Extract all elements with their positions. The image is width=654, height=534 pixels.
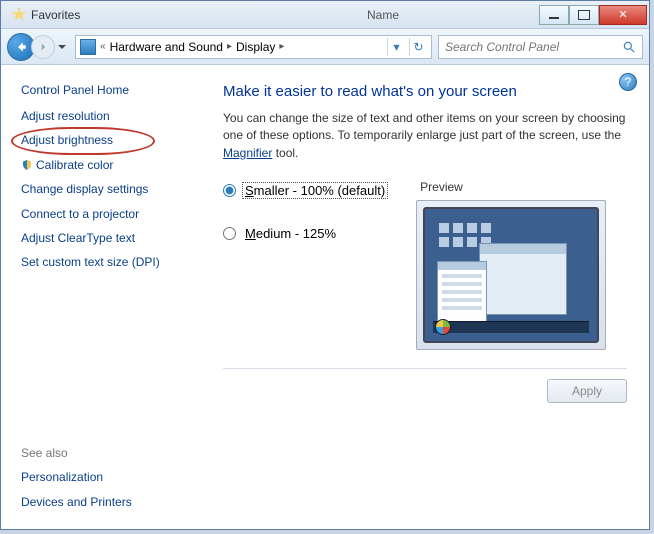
option-medium[interactable]: Medium - 125%: [223, 225, 388, 242]
sidebar-link-adjust-brightness[interactable]: Adjust brightness: [21, 133, 187, 147]
preview-monitor: [423, 207, 599, 343]
page-title: Make it easier to read what's on your sc…: [223, 83, 627, 100]
favorites-star-icon: [11, 8, 27, 22]
sidebar-link-connect-projector[interactable]: Connect to a projector: [21, 207, 187, 221]
forward-button[interactable]: [31, 35, 55, 59]
navigation-bar: « Hardware and Sound ▸ Display ▸ ▾ ↻: [1, 29, 649, 65]
magnifier-link[interactable]: Magnifier: [223, 146, 272, 160]
breadcrumb-segment-1[interactable]: Hardware and Sound: [110, 40, 223, 54]
nav-buttons: [7, 33, 69, 61]
shield-icon: [21, 159, 33, 171]
sidebar-link-change-display-settings[interactable]: Change display settings: [21, 182, 187, 196]
addr-dropdown-icon[interactable]: ▾: [387, 38, 405, 56]
history-dropdown[interactable]: [55, 36, 69, 58]
control-panel-icon: [80, 39, 96, 55]
column-header-name: Name: [367, 8, 399, 22]
titlebar-left: Favorites: [1, 8, 80, 22]
main-panel: ? Make it easier to read what's on your …: [201, 65, 649, 529]
see-also-label: See also: [21, 446, 187, 460]
radio-smaller[interactable]: [223, 184, 236, 197]
window-controls: [539, 5, 647, 25]
option-smaller-label: Smaller - 100% (default): [242, 182, 388, 199]
control-panel-window: Favorites Name « Hardware and Sound ▸ Di…: [0, 0, 650, 530]
chevron-right-icon: ▸: [227, 41, 232, 52]
preview-window-front: [437, 261, 487, 327]
scaling-options: Smaller - 100% (default) Medium - 125%: [223, 180, 388, 350]
scaling-options-row: Smaller - 100% (default) Medium - 125% P…: [223, 180, 627, 350]
divider: [223, 368, 627, 369]
maximize-button[interactable]: [569, 5, 599, 25]
preview-taskbar: [433, 321, 589, 333]
sidebar-link-adjust-resolution[interactable]: Adjust resolution: [21, 109, 187, 123]
preview-label: Preview: [416, 180, 606, 194]
refresh-button[interactable]: ↻: [409, 38, 427, 56]
search-box[interactable]: [438, 35, 643, 59]
sidebar: Control Panel Home Adjust resolution Adj…: [1, 65, 201, 529]
sidebar-link-calibrate-color[interactable]: Calibrate color: [21, 158, 187, 172]
option-medium-label: Medium - 125%: [242, 225, 339, 242]
close-button[interactable]: [599, 5, 647, 25]
search-input[interactable]: [445, 40, 622, 54]
apply-row: Apply: [223, 379, 627, 403]
preview-section: Preview: [416, 180, 606, 350]
sidebar-link-custom-text-size[interactable]: Set custom text size (DPI): [21, 255, 187, 269]
sidebar-home-link[interactable]: Control Panel Home: [21, 83, 187, 97]
window-titlebar: Favorites Name: [1, 1, 649, 29]
content-area: Control Panel Home Adjust resolution Adj…: [1, 65, 649, 529]
search-icon: [622, 40, 636, 54]
breadcrumb-segment-2[interactable]: Display: [236, 40, 275, 54]
page-description: You can change the size of text and othe…: [223, 110, 627, 162]
breadcrumb-prefix: «: [100, 41, 106, 52]
apply-button[interactable]: Apply: [547, 379, 627, 403]
sidebar-link-personalization[interactable]: Personalization: [21, 470, 187, 484]
preview-image: [416, 200, 606, 350]
help-button[interactable]: ?: [619, 73, 637, 91]
sidebar-link-adjust-cleartype[interactable]: Adjust ClearType text: [21, 231, 187, 245]
sidebar-link-devices-printers[interactable]: Devices and Printers: [21, 495, 187, 509]
address-bar[interactable]: « Hardware and Sound ▸ Display ▸ ▾ ↻: [75, 35, 432, 59]
preview-window-back: [479, 243, 567, 315]
minimize-button[interactable]: [539, 5, 569, 25]
favorites-label: Favorites: [31, 8, 80, 22]
sidebar-bottom: See also Personalization Devices and Pri…: [21, 446, 187, 519]
radio-medium[interactable]: [223, 227, 236, 240]
option-smaller[interactable]: Smaller - 100% (default): [223, 182, 388, 199]
chevron-right-icon: ▸: [279, 41, 284, 52]
